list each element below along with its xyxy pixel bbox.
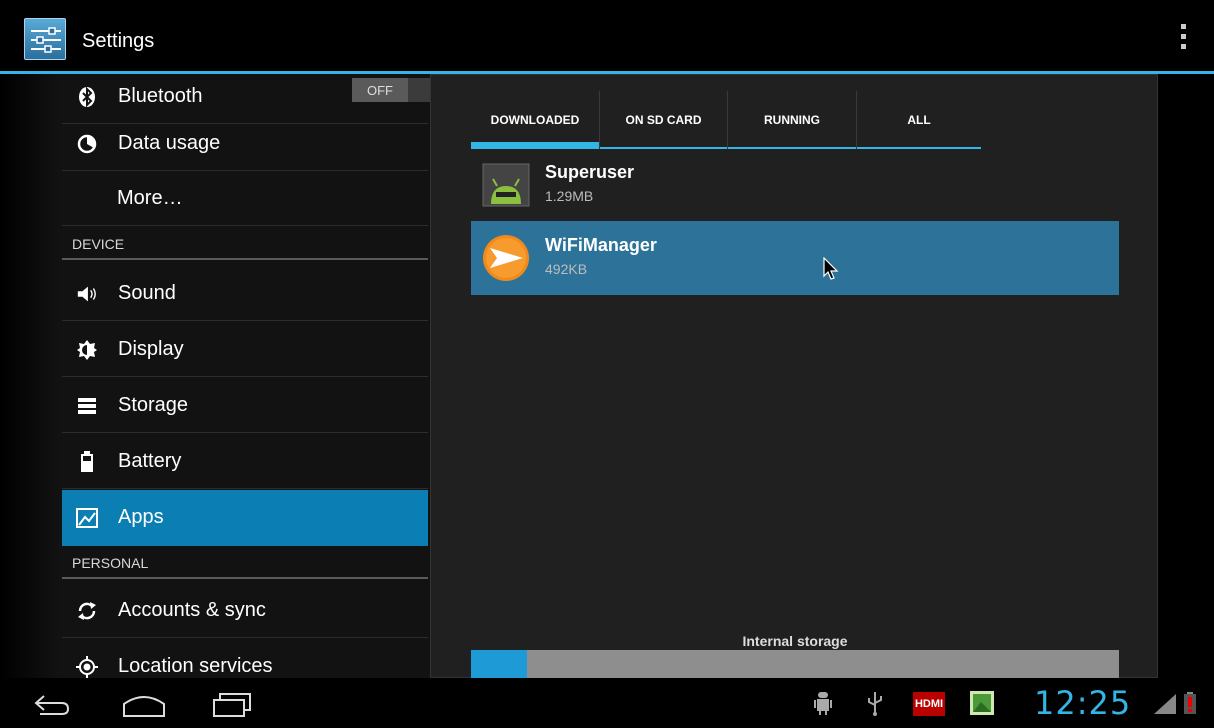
battery-alert-icon — [1184, 692, 1196, 714]
settings-app-icon[interactable] — [24, 18, 66, 60]
hdmi-icon: HDMI — [913, 692, 945, 716]
sidebar-item-apps[interactable]: Apps — [62, 490, 428, 546]
bluetooth-toggle[interactable]: OFF — [352, 78, 430, 102]
app-size: 492KB — [545, 261, 588, 277]
apps-icon — [76, 507, 98, 529]
storage-label: Internal storage — [742, 633, 848, 649]
brightness-icon — [76, 339, 98, 361]
usb-icon — [868, 692, 882, 716]
wifi-manager-icon — [481, 233, 531, 283]
back-icon[interactable] — [32, 694, 72, 716]
action-bar: Settings — [0, 0, 1214, 74]
overflow-menu-icon[interactable] — [1178, 24, 1188, 56]
system-bar: HDMI 12:25 — [0, 678, 1214, 728]
sidebar-item-sound[interactable]: Sound — [62, 267, 428, 321]
bluetooth-icon — [76, 86, 98, 108]
android-debug-icon — [814, 692, 832, 715]
storage-icon — [76, 395, 98, 417]
sidebar-item-label: Location services — [118, 655, 273, 677]
sidebar-item-data-usage[interactable]: Data usage — [62, 117, 428, 171]
android-icon — [481, 160, 531, 210]
app-list-item-wifimanager[interactable]: WiFiManager 492KB — [471, 221, 1119, 295]
tab-running[interactable]: RUNNING — [728, 91, 857, 149]
tab-downloaded[interactable]: DOWNLOADED — [471, 91, 600, 149]
sidebar-item-accounts-sync[interactable]: Accounts & sync — [62, 584, 428, 638]
app-size: 1.29MB — [545, 188, 594, 204]
sidebar-item-label: Bluetooth — [118, 85, 203, 107]
location-icon — [76, 655, 98, 678]
storage-usage-bar — [471, 650, 1119, 678]
tab-on-sd-card[interactable]: ON SD CARD — [600, 91, 728, 149]
sidebar-item-label: Accounts & sync — [118, 599, 266, 621]
app-name: Superuser — [545, 162, 635, 182]
tab-label: ALL — [907, 113, 931, 127]
sidebar-item-label: Sound — [118, 282, 176, 304]
storage-usage-fill — [471, 650, 528, 678]
sidebar-item-display[interactable]: Display — [62, 323, 428, 377]
app-name: WiFiManager — [545, 235, 657, 255]
home-icon[interactable] — [122, 692, 166, 718]
recent-apps-icon[interactable] — [212, 692, 252, 718]
mouse-pointer-icon — [823, 257, 839, 280]
image-notification-icon — [970, 691, 994, 715]
sidebar-item-label: Storage — [118, 394, 189, 416]
sidebar-item-more[interactable]: More… — [62, 172, 428, 226]
sidebar-item-storage[interactable]: Storage — [62, 379, 428, 433]
page-title: Settings — [82, 30, 155, 52]
signal-icon — [1154, 694, 1176, 714]
section-header-personal: PERSONAL — [62, 549, 428, 579]
settings-sidebar: Bluetooth OFF Data usage More… DEVICE So… — [0, 74, 430, 678]
data-usage-icon — [76, 133, 98, 155]
sidebar-item-label: Apps — [118, 506, 164, 528]
tab-label: RUNNING — [764, 113, 820, 127]
apps-panel: DOWNLOADED ON SD CARD RUNNING ALL Superu… — [430, 74, 1158, 678]
sidebar-item-battery[interactable]: Battery — [62, 435, 428, 489]
sync-icon — [76, 600, 98, 622]
sidebar-item-location-services[interactable]: Location services — [62, 640, 428, 678]
battery-icon — [76, 450, 98, 473]
sidebar-item-label: Display — [118, 338, 184, 360]
tab-label: DOWNLOADED — [490, 113, 580, 127]
sidebar-item-label: Data usage — [118, 132, 221, 154]
tab-label: ON SD CARD — [625, 113, 702, 127]
sidebar-item-label: Battery — [118, 450, 182, 472]
apps-tabs: DOWNLOADED ON SD CARD RUNNING ALL — [471, 91, 981, 149]
toggle-state: OFF — [352, 78, 408, 102]
tab-all[interactable]: ALL — [857, 91, 981, 149]
app-list-item-superuser[interactable]: Superuser 1.29MB — [471, 148, 1119, 222]
section-header-device: DEVICE — [62, 230, 428, 260]
sidebar-item-label: More… — [117, 187, 183, 209]
speaker-icon — [76, 283, 98, 305]
status-clock: 12:25 — [1034, 684, 1132, 722]
